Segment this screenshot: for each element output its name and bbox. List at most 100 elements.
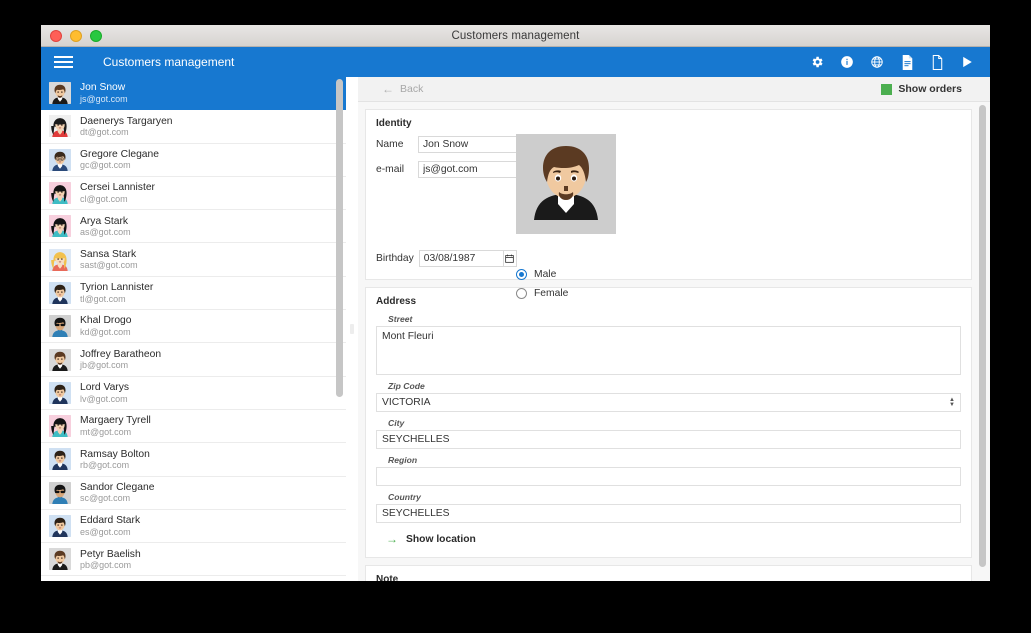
customer-name: Cersei Lannister [80,182,155,194]
customer-name: Sansa Stark [80,248,137,260]
radio-dot-icon [516,288,527,299]
customer-list-item[interactable]: Sandor Clegane sc@got.com [41,477,346,510]
arrow-right-icon: → [386,532,398,546]
customer-list-item[interactable]: Ramsay Bolton rb@got.com [41,443,346,477]
birthday-input[interactable]: 03/08/1987 [418,250,504,267]
customer-email: rb@got.com [80,460,130,471]
customer-name: Margaery Tyrell [80,415,151,427]
show-orders-button[interactable]: Show orders [881,83,970,95]
spinner-icon[interactable]: ▲ ▼ [949,397,955,408]
gender-radio-group: Male Female [516,269,568,299]
customer-email: pb@got.com [80,560,132,571]
customer-list-item[interactable]: Jon Snow js@got.com [41,77,346,111]
customer-email: dt@got.com [80,127,129,138]
show-location-button[interactable]: → Show location [386,533,961,545]
customer-list-item[interactable]: Tyrion Lannister tl@got.com [41,277,346,311]
customer-list-item[interactable]: Eddard Stark es@got.com [41,510,346,544]
note-card: Note [365,565,972,581]
avatar [49,415,71,438]
customer-list-item[interactable]: Lord Varys lv@got.com [41,377,346,410]
street-label: Street [388,314,413,324]
application-window: Customers management Customers managemen… [41,25,990,581]
customer-list-item[interactable]: Petyr Baelish pb@got.com [41,543,346,577]
splitter-grip[interactable] [350,324,354,334]
customer-list-item[interactable]: Gregore Clegane gc@got.com [41,144,346,177]
gender-radio-female[interactable]: Female [516,288,568,299]
customer-list-item[interactable]: Khal Drogo kd@got.com [41,310,346,344]
info-icon[interactable] [836,50,858,74]
email-label: e-mail [376,164,405,175]
show-location-label: Show location [406,533,476,545]
avatar [49,248,71,271]
customer-name: Lord Varys [80,382,130,394]
customer-email: lv@got.com [80,393,128,404]
back-button-label: Back [400,83,424,95]
detail-scrollbar[interactable] [979,103,986,577]
calendar-icon[interactable] [503,250,517,267]
avatar [49,281,71,304]
gender-male-label: Male [534,269,557,280]
customer-list-scrollbar[interactable] [336,77,343,581]
window-close-button[interactable] [50,29,62,42]
pane-splitter[interactable] [346,77,358,581]
customer-name: Eddard Stark [80,515,141,527]
customer-list-item[interactable]: Margaery Tyrell mt@got.com [41,410,346,444]
avatar [49,348,71,371]
email-input[interactable] [418,161,520,178]
customer-email: es@got.com [80,526,131,537]
region-input[interactable] [376,467,961,486]
back-button[interactable]: ← Back [382,83,423,95]
new-document-icon[interactable] [926,50,948,74]
birthday-label: Birthday [376,253,414,264]
scrollbar-thumb[interactable] [336,79,343,397]
play-icon[interactable] [956,50,978,74]
customer-list-item[interactable]: Daenerys Targaryen dt@got.com [41,110,346,144]
street-textarea[interactable]: Mont Fleuri [376,326,961,375]
country-label: Country [388,492,421,502]
web-icon[interactable] [866,50,888,74]
avatar [49,148,71,171]
scrollbar-thumb[interactable] [979,105,986,567]
window-minimize-button[interactable] [70,29,82,42]
email-row: e-mail [376,161,961,178]
customer-list-item[interactable]: Sansa Stark sast@got.com [41,243,346,277]
window-maximize-button[interactable] [90,29,102,42]
customer-email: sast@got.com [80,260,138,271]
avatar [49,515,71,537]
country-input[interactable]: SEYCHELLES [376,504,961,523]
zip-select[interactable]: VICTORIA ▲ ▼ [376,393,961,412]
avatar [49,182,71,205]
customer-email: jb@got.com [80,360,129,371]
customer-email: tl@got.com [80,293,126,304]
customer-avatar-large [516,134,616,234]
show-orders-label: Show orders [898,83,962,95]
settings-icon[interactable] [806,50,828,74]
name-input[interactable] [418,136,520,153]
city-input[interactable]: SEYCHELLES [376,430,961,449]
customer-detail-pane: ← Back Show orders Identity Name Jon Sno… [358,77,990,581]
address-section-title: Address [376,296,417,307]
customer-list-item[interactable]: Joffrey Baratheon jb@got.com [41,343,346,377]
detail-scroll-area: Identity Name e-mail [358,102,990,581]
identity-card: Identity Name e-mail [365,109,972,299]
hamburger-icon[interactable] [41,47,85,77]
orders-square-icon [881,83,893,95]
app-toolbar: Customers management [41,47,990,77]
customer-list-item[interactable]: Arya Stark as@got.com [41,210,346,244]
name-row: Name [376,136,961,153]
gender-radio-male[interactable]: Male [516,269,568,280]
customer-name: Petyr Baelish [80,548,141,560]
traffic-lights [41,29,102,42]
avatar [49,548,71,571]
document-icon[interactable] [896,50,918,74]
customer-name: Jon Snow [80,82,126,94]
customer-email: cl@got.com [80,193,128,204]
avatar [49,481,71,504]
customer-name: Gregore Clegane [80,148,159,160]
window-body: Jon Snow js@got.com Daenerys Targaryen dt@g… [41,77,990,581]
customer-list-item[interactable]: Cersei Lannister cl@got.com [41,177,346,211]
customer-name: Arya Stark [80,215,129,227]
region-label: Region [388,455,418,465]
avatar [49,448,71,471]
customer-list-pane: Jon Snow js@got.com Daenerys Targaryen dt@g… [41,77,346,581]
